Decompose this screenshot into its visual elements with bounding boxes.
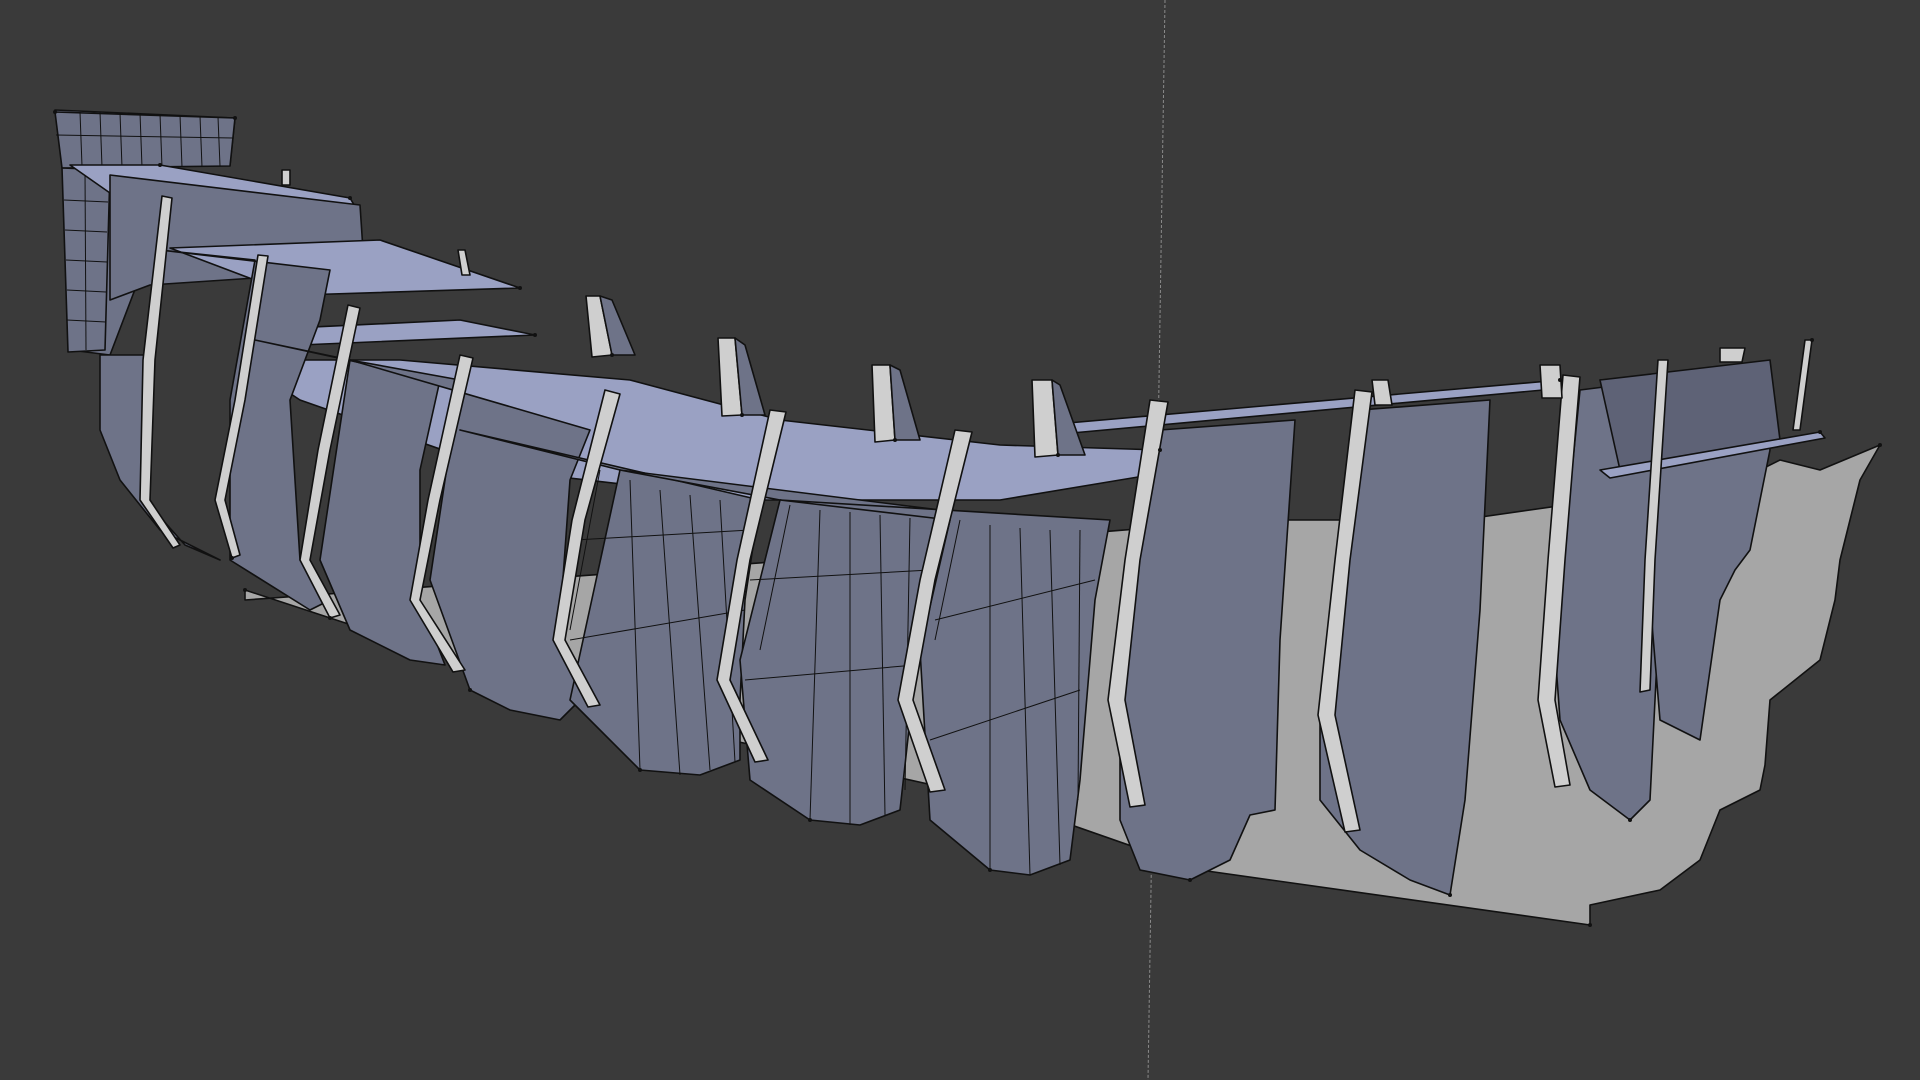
3d-viewport[interactable]: [0, 0, 1920, 1080]
viewport-scene[interactable]: [0, 0, 1920, 1080]
